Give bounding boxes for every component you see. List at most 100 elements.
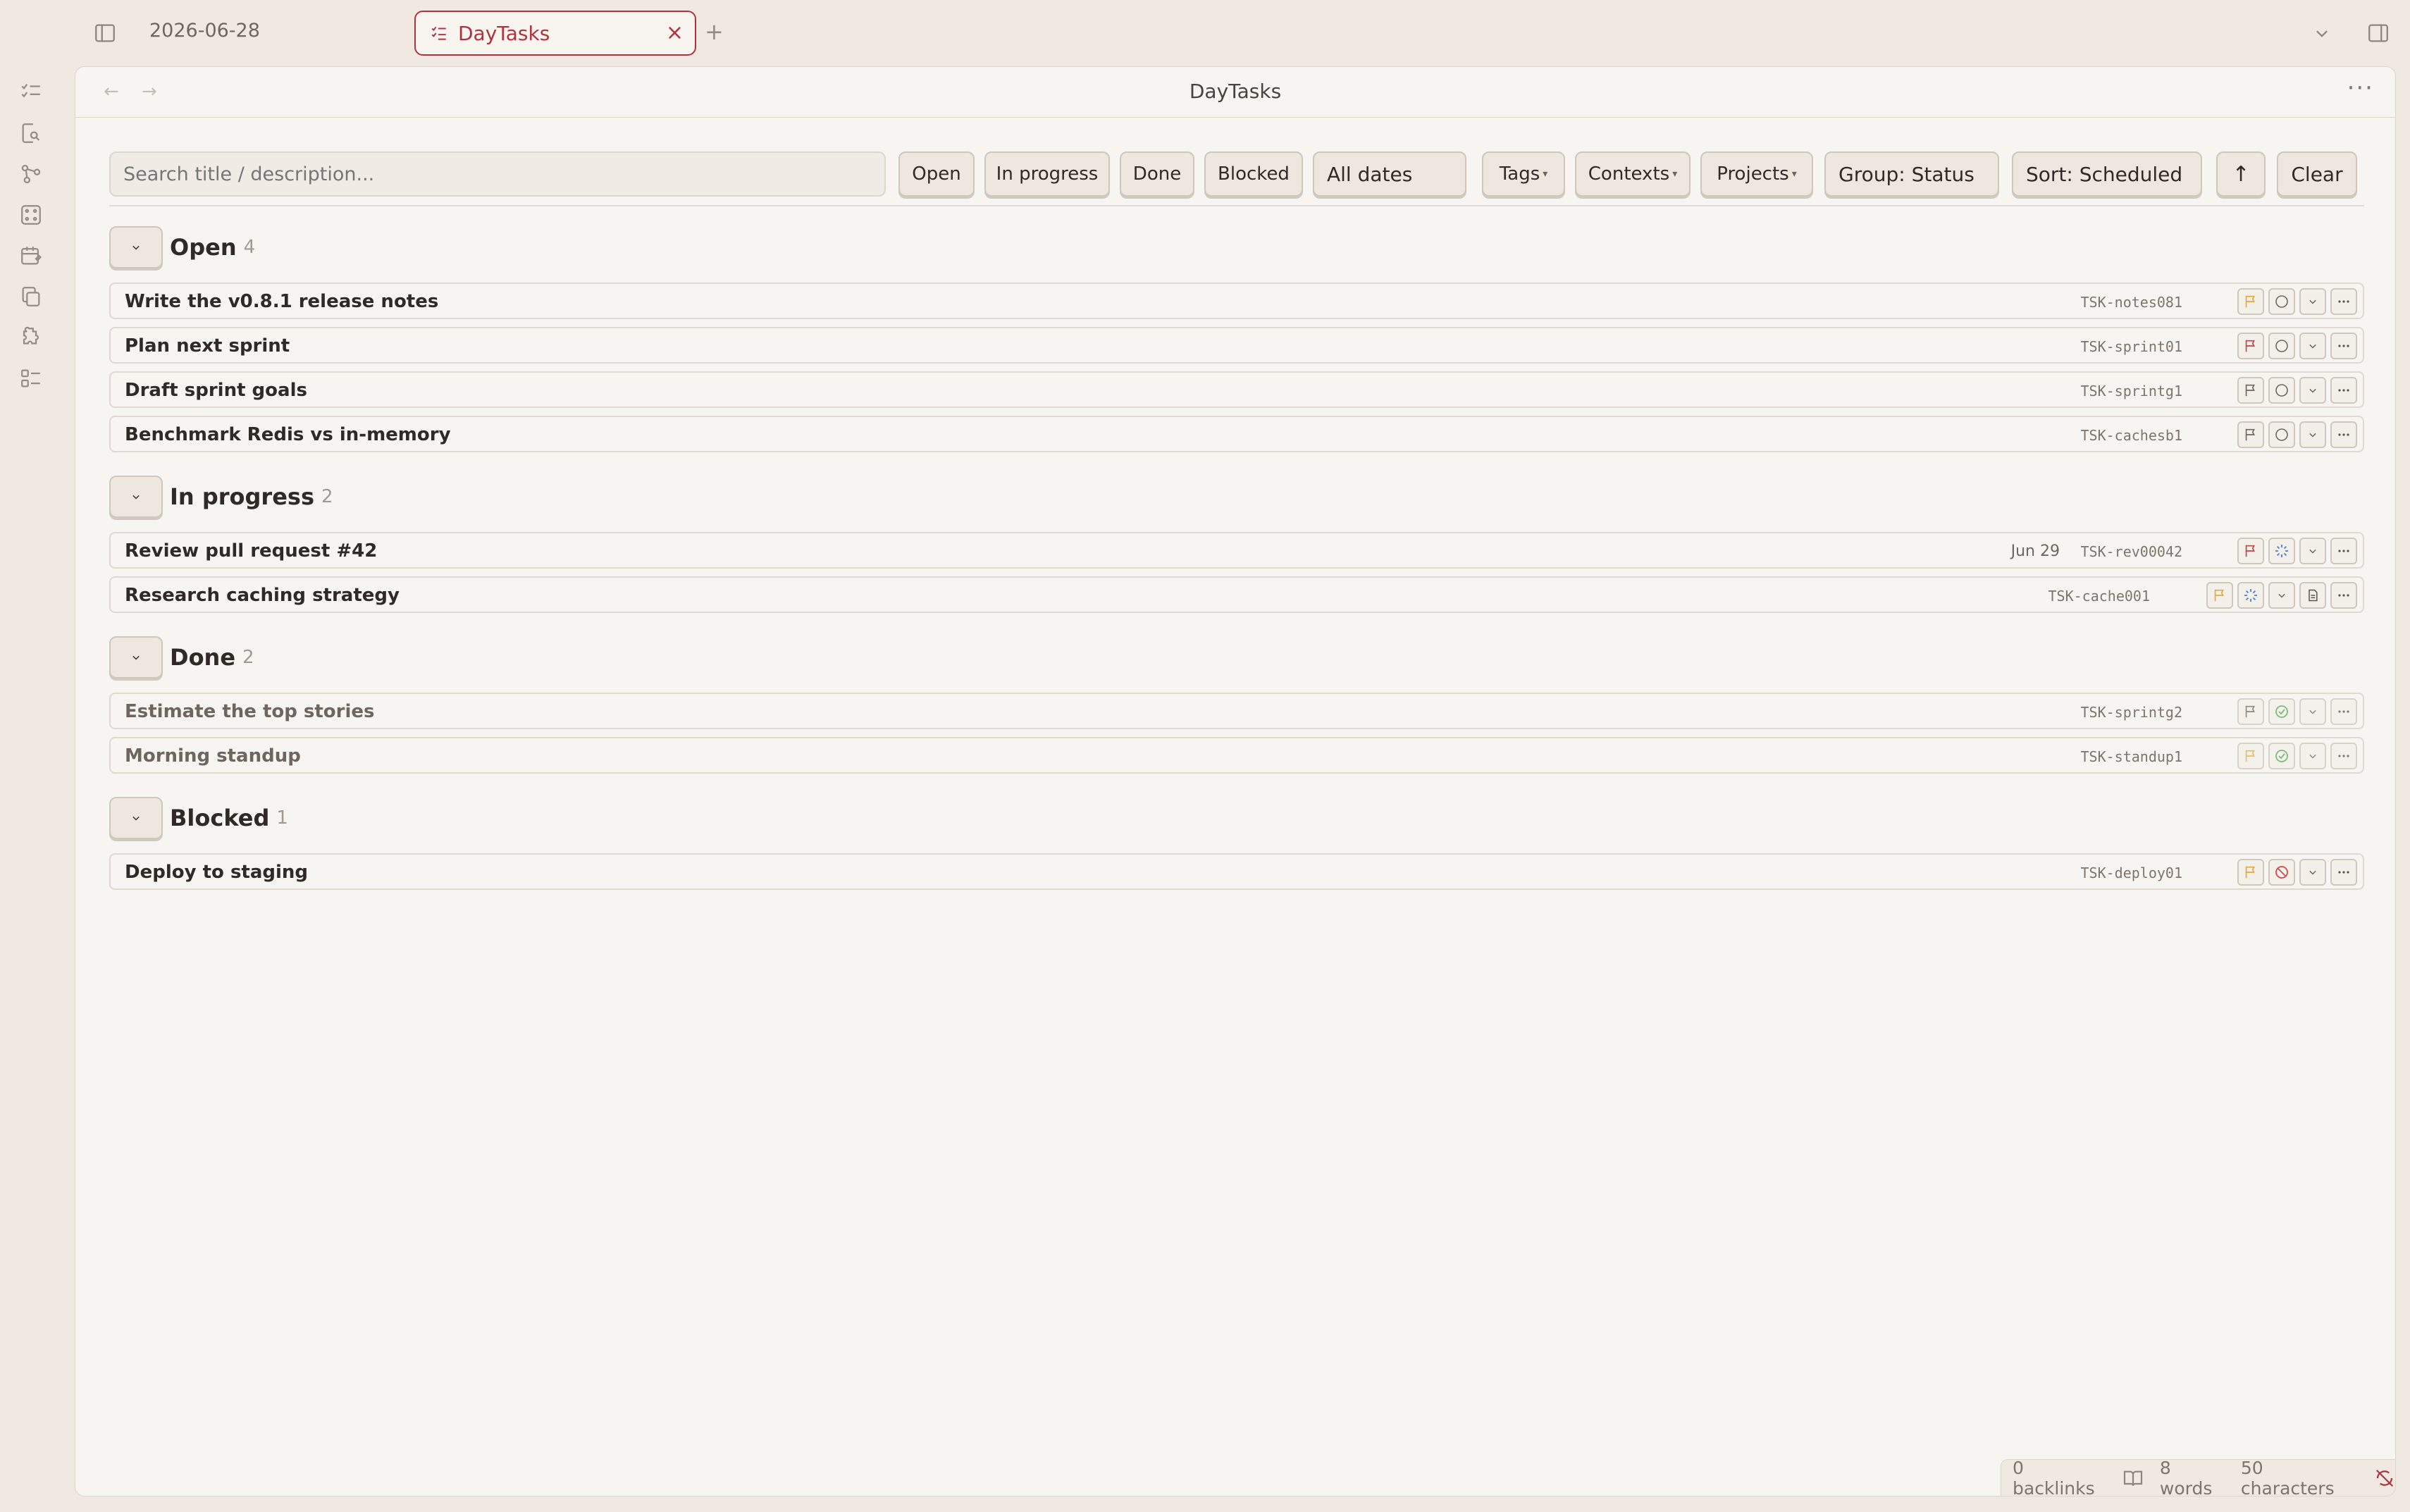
more-actions-icon[interactable]: [2330, 859, 2357, 886]
task-due-date: Jun 29: [2010, 543, 2060, 560]
task-row[interactable]: Draft sprint goals TSK-sprintg1: [109, 371, 2364, 408]
task-title[interactable]: Deploy to staging: [125, 862, 308, 883]
task-title[interactable]: Review pull request #42: [125, 540, 377, 562]
expand-chevron-icon[interactable]: [2299, 421, 2326, 448]
priority-flag-icon[interactable]: [2237, 698, 2264, 725]
more-actions-icon[interactable]: [2330, 377, 2357, 404]
kanban-list-icon[interactable]: [19, 366, 43, 390]
status-done-icon[interactable]: [2268, 743, 2295, 769]
collapse-group-button[interactable]: [109, 636, 163, 678]
task-title[interactable]: Research caching strategy: [125, 585, 400, 606]
group-count: 2: [242, 647, 254, 668]
status-blocked-icon[interactable]: [2268, 859, 2295, 886]
dice-icon[interactable]: [19, 203, 43, 227]
expand-chevron-icon[interactable]: [2299, 377, 2326, 404]
task-row[interactable]: Deploy to staging TSK-deploy01: [109, 853, 2364, 890]
chevron-down-icon[interactable]: [2310, 21, 2334, 45]
close-tab-icon[interactable]: ×: [666, 22, 684, 44]
sidebar-toggle-icon[interactable]: [93, 21, 117, 45]
tasklist-icon[interactable]: [19, 80, 43, 104]
priority-flag-icon[interactable]: [2237, 743, 2264, 769]
task-title[interactable]: Estimate the top stories: [125, 701, 375, 722]
toolbar-divider: [109, 205, 2364, 206]
expand-chevron-icon[interactable]: [2299, 538, 2326, 564]
status-open-icon[interactable]: [2268, 333, 2295, 359]
tab-daytasks[interactable]: DayTasks ×: [414, 11, 696, 56]
sort-by-select[interactable]: Sort: Scheduled: [2012, 151, 2202, 197]
task-actions: [2206, 582, 2357, 609]
copy-icon[interactable]: [19, 285, 43, 309]
graph-icon[interactable]: [19, 162, 43, 186]
task-title[interactable]: Morning standup: [125, 745, 301, 767]
task-id: TSK-sprintg1: [2080, 383, 2183, 399]
expand-chevron-icon[interactable]: [2299, 743, 2326, 769]
task-actions: [2237, 538, 2357, 564]
contexts-filter-button[interactable]: Contexts ▾: [1575, 151, 1691, 197]
calendar-edit-icon[interactable]: [19, 244, 43, 268]
task-row[interactable]: Review pull request #42 Jun 29 TSK-rev0004…: [109, 532, 2364, 569]
group-by-select[interactable]: Group: Status: [1824, 151, 1999, 197]
task-id: TSK-standup1: [2080, 748, 2183, 765]
task-row[interactable]: Research caching strategy TSK-cache001: [109, 576, 2364, 613]
more-actions-icon[interactable]: [2330, 288, 2357, 315]
expand-chevron-icon[interactable]: [2299, 288, 2326, 315]
backlinks-count[interactable]: 0 backlinks: [2013, 1458, 2106, 1496]
more-actions-icon[interactable]: [2330, 698, 2357, 725]
open-note-icon[interactable]: [2299, 582, 2326, 609]
search-file-icon[interactable]: [19, 121, 43, 145]
task-row[interactable]: Morning standup TSK-standup1: [109, 737, 2364, 774]
more-actions-icon[interactable]: [2330, 421, 2357, 448]
filter-blocked-button[interactable]: Blocked: [1204, 151, 1303, 197]
more-options-button[interactable]: ···: [2347, 74, 2374, 102]
priority-flag-icon[interactable]: [2237, 421, 2264, 448]
collapse-group-button[interactable]: [109, 226, 163, 268]
task-row[interactable]: Benchmark Redis vs in-memory TSK-cachesb1: [109, 416, 2364, 452]
task-title[interactable]: Benchmark Redis vs in-memory: [125, 424, 451, 445]
filter-open-button[interactable]: Open: [898, 151, 975, 197]
date-range-select[interactable]: All dates: [1313, 151, 1466, 197]
expand-chevron-icon[interactable]: [2299, 859, 2326, 886]
sync-off-icon[interactable]: [2374, 1468, 2395, 1489]
caret-down-icon: ▾: [1543, 168, 1548, 180]
expand-chevron-icon[interactable]: [2299, 333, 2326, 359]
task-title[interactable]: Write the v0.8.1 release notes: [125, 291, 438, 312]
sort-direction-button[interactable]: ↑: [2216, 151, 2266, 197]
priority-flag-icon[interactable]: [2237, 377, 2264, 404]
expand-chevron-icon[interactable]: [2268, 582, 2295, 609]
task-row[interactable]: Plan next sprint TSK-sprint01: [109, 327, 2364, 364]
projects-filter-button[interactable]: Projects ▾: [1700, 151, 1813, 197]
task-title[interactable]: Plan next sprint: [125, 335, 290, 357]
more-actions-icon[interactable]: [2330, 582, 2357, 609]
status-done-icon[interactable]: [2268, 698, 2295, 725]
priority-flag-icon[interactable]: [2206, 582, 2233, 609]
status-open-icon[interactable]: [2268, 421, 2295, 448]
priority-flag-icon[interactable]: [2237, 859, 2264, 886]
more-actions-icon[interactable]: [2330, 743, 2357, 769]
status-in-progress-icon[interactable]: [2237, 582, 2264, 609]
task-title[interactable]: Draft sprint goals: [125, 380, 307, 401]
status-in-progress-icon[interactable]: [2268, 538, 2295, 564]
filter-done-button[interactable]: Done: [1120, 151, 1194, 197]
task-row[interactable]: Write the v0.8.1 release notes TSK-notes0…: [109, 283, 2364, 319]
collapse-group-button[interactable]: [109, 476, 163, 518]
more-actions-icon[interactable]: [2330, 333, 2357, 359]
priority-flag-icon[interactable]: [2237, 333, 2264, 359]
new-tab-button[interactable]: +: [705, 18, 724, 45]
more-actions-icon[interactable]: [2330, 538, 2357, 564]
expand-chevron-icon[interactable]: [2299, 698, 2326, 725]
priority-flag-icon[interactable]: [2237, 288, 2264, 315]
status-open-icon[interactable]: [2268, 377, 2295, 404]
reading-mode-icon[interactable]: [2122, 1467, 2144, 1489]
task-row[interactable]: Estimate the top stories TSK-sprintg2: [109, 693, 2364, 729]
clear-filters-button[interactable]: Clear: [2277, 151, 2357, 197]
filter-in-progress-button[interactable]: In progress: [984, 151, 1110, 197]
right-sidebar-toggle-icon[interactable]: [2366, 21, 2390, 45]
chevron-down-icon: [129, 650, 143, 664]
status-open-icon[interactable]: [2268, 288, 2295, 315]
collapse-group-button[interactable]: [109, 797, 163, 839]
plugin-icon[interactable]: [19, 326, 43, 349]
search-input[interactable]: [109, 151, 886, 197]
tags-filter-button[interactable]: Tags ▾: [1482, 151, 1565, 197]
priority-flag-icon[interactable]: [2237, 538, 2264, 564]
tab-daily-note[interactable]: 2026-06-28: [149, 20, 260, 42]
